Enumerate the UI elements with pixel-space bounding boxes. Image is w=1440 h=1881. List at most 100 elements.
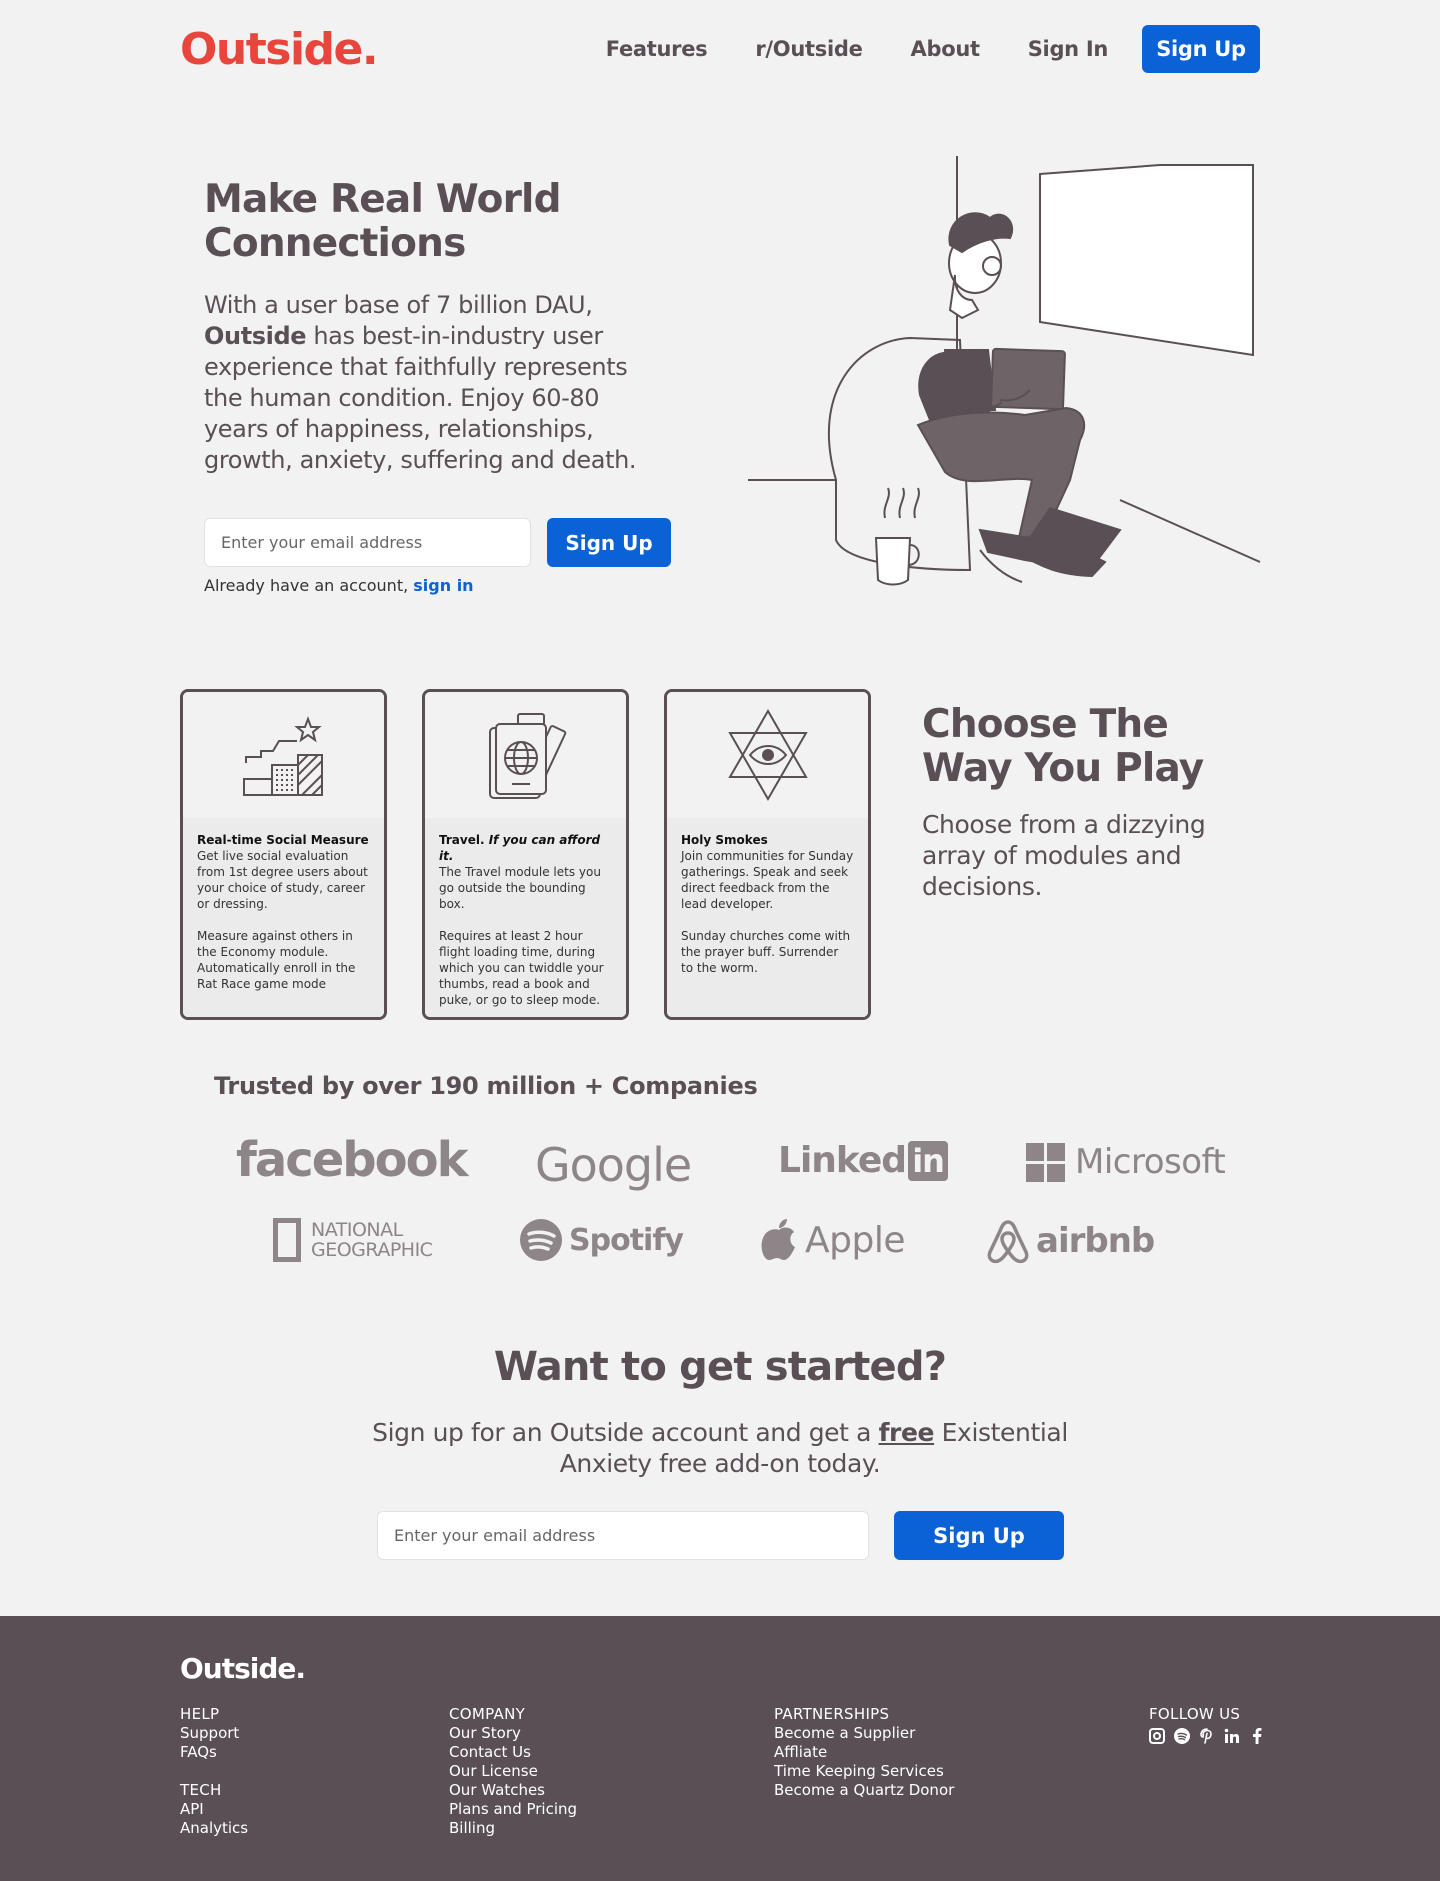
- cta-text-part: Sign up for an Outside account and get a: [372, 1418, 879, 1447]
- social-icons: [1149, 1728, 1265, 1744]
- card-text: Join communities for Sunday gatherings. …: [681, 849, 854, 911]
- nav-sign-in[interactable]: Sign In: [1028, 37, 1109, 61]
- card-title-text: Travel.: [439, 833, 485, 847]
- linkedin-text: Linked: [778, 1140, 907, 1181]
- microsoft-text: Microsoft: [1075, 1142, 1226, 1182]
- card-body: Travel. If you can afford it. The Travel…: [425, 818, 626, 1017]
- footer-logo[interactable]: Outside.: [180, 1652, 306, 1685]
- card-icon-area: [667, 692, 868, 818]
- spotify-icon: [520, 1219, 562, 1261]
- card-text: Measure against others in the Economy mo…: [197, 929, 356, 991]
- linkedin-box: in: [908, 1140, 949, 1181]
- spotify-logo: Spotify: [519, 1218, 684, 1262]
- footer-link-faqs[interactable]: FAQs: [180, 1743, 248, 1762]
- passport-icon: [488, 713, 566, 799]
- card-body: Holy Smokes Join communities for Sunday …: [667, 818, 868, 1017]
- hero-sign-in-link[interactable]: sign in: [413, 576, 473, 595]
- footer-link-support[interactable]: Support: [180, 1724, 248, 1743]
- footer-col-follow: FOLLOW US: [1149, 1705, 1265, 1744]
- card-body: Real-time Social Measure Get live social…: [183, 818, 384, 1017]
- site-footer: Outside. HELP Support FAQs TECH API Anal…: [0, 1616, 1440, 1881]
- spotify-icon[interactable]: [1174, 1728, 1190, 1744]
- cta-email-input[interactable]: Enter your email address: [377, 1511, 869, 1560]
- module-card-social[interactable]: Real-time Social Measure Get live social…: [180, 689, 387, 1020]
- card-icon-area: [183, 692, 384, 818]
- main-nav: Features r/Outside About Sign In Sign Up: [558, 25, 1260, 73]
- footer-link-analytics[interactable]: Analytics: [180, 1819, 248, 1838]
- apple-icon: [761, 1219, 795, 1260]
- site-header: Outside. Features r/Outside About Sign I…: [0, 0, 1440, 100]
- hero-sign-up-button[interactable]: Sign Up: [547, 518, 671, 567]
- card-title: Real-time Social Measure: [197, 833, 369, 847]
- trusted-title: Trusted by over 190 million + Companies: [214, 1072, 758, 1100]
- footer-link-our-watches[interactable]: Our Watches: [449, 1781, 577, 1800]
- footer-link-time-keeping[interactable]: Time Keeping Services: [774, 1762, 954, 1781]
- hero-text-part: With a user base of 7 billion DAU,: [204, 291, 593, 319]
- microsoft-grid-icon: [1026, 1142, 1065, 1182]
- choose-play-title: Choose The Way You Play: [922, 702, 1204, 791]
- footer-heading-partnerships: PARTNERSHIPS: [774, 1705, 890, 1723]
- facebook-icon[interactable]: [1249, 1728, 1265, 1744]
- airbnb-text: airbnb: [1036, 1221, 1155, 1261]
- linkedin-icon[interactable]: [1224, 1728, 1240, 1744]
- airbnb-logo: airbnb: [986, 1218, 1155, 1264]
- hero-title: Make Real World Connections: [204, 177, 562, 266]
- instagram-icon[interactable]: [1149, 1728, 1165, 1744]
- footer-link-supplier[interactable]: Become a Supplier: [774, 1724, 954, 1743]
- footer-link-quartz-donor[interactable]: Become a Quartz Donor: [774, 1781, 954, 1800]
- card-title: Travel. If you can afford it.: [439, 832, 612, 864]
- module-card-travel[interactable]: Travel. If you can afford it. The Travel…: [422, 689, 629, 1020]
- pinterest-icon[interactable]: [1199, 1728, 1215, 1744]
- natgeo-logo: NATIONAL GEOGRAPHIC: [273, 1218, 433, 1262]
- footer-heading-follow: FOLLOW US: [1149, 1705, 1241, 1723]
- choose-play-text: Choose from a dizzying array of modules …: [922, 810, 1206, 901]
- card-title: Holy Smokes: [681, 833, 768, 847]
- card-text: Sunday churches come with the prayer buf…: [681, 929, 851, 975]
- google-logo: Google: [535, 1138, 692, 1192]
- footer-link-affliate[interactable]: Affliate: [774, 1743, 954, 1762]
- airbnb-icon: [987, 1220, 1029, 1264]
- hero-email-input[interactable]: Enter your email address: [204, 518, 531, 567]
- spotify-text: Spotify: [569, 1222, 684, 1258]
- footer-col-company: COMPANY Our Story Contact Us Our License…: [449, 1705, 577, 1838]
- cta-text-free: free: [878, 1418, 935, 1447]
- card-text: The Travel module lets you go outside th…: [439, 865, 601, 911]
- footer-col-help-tech: HELP Support FAQs TECH API Analytics: [180, 1705, 248, 1838]
- cta-title: Want to get started?: [493, 1344, 947, 1390]
- footer-heading-tech: TECH: [180, 1781, 222, 1799]
- facebook-logo: facebook: [236, 1132, 469, 1188]
- nav-features[interactable]: Features: [606, 37, 708, 61]
- footer-col-partnerships: PARTNERSHIPS Become a Supplier Affliate …: [774, 1705, 954, 1800]
- module-card-holy-smokes[interactable]: Holy Smokes Join communities for Sunday …: [664, 689, 871, 1020]
- hero-text-brand: Outside: [204, 322, 307, 350]
- footer-heading-help: HELP: [180, 1705, 220, 1723]
- cta-sign-up-button[interactable]: Sign Up: [894, 1511, 1064, 1560]
- footer-link-our-story[interactable]: Our Story: [449, 1724, 577, 1743]
- footer-link-plans-pricing[interactable]: Plans and Pricing: [449, 1800, 577, 1819]
- signin-prefix: Already have an account,: [204, 576, 414, 595]
- linkedin-logo: Linked in: [778, 1140, 949, 1181]
- footer-heading-company: COMPANY: [449, 1705, 526, 1723]
- card-text: Requires at least 2 hour flight loading …: [439, 929, 604, 1007]
- hero-description: With a user base of 7 billion DAU, Outsid…: [204, 290, 664, 476]
- footer-link-api[interactable]: API: [180, 1800, 248, 1819]
- card-text: Get live social evaluation from 1st degr…: [197, 849, 368, 911]
- footer-link-our-license[interactable]: Our License: [449, 1762, 577, 1781]
- nav-sign-up-button[interactable]: Sign Up: [1142, 25, 1260, 73]
- star-eye-icon: [727, 708, 808, 802]
- microsoft-logo: Microsoft: [1026, 1142, 1226, 1182]
- chart-stars-icon: [242, 716, 323, 796]
- nav-r-outside[interactable]: r/Outside: [755, 37, 862, 61]
- apple-text: Apple: [805, 1219, 905, 1261]
- natgeo-line-2: GEOGRAPHIC: [311, 1239, 433, 1261]
- natgeo-frame-icon: [273, 1218, 301, 1262]
- brand-logo[interactable]: Outside.: [180, 22, 379, 78]
- natgeo-line-1: NATIONAL: [311, 1219, 403, 1241]
- man-on-beanbag-illustration: [748, 156, 1261, 586]
- footer-link-billing[interactable]: Billing: [449, 1819, 577, 1838]
- nav-about[interactable]: About: [911, 37, 981, 61]
- footer-link-contact-us[interactable]: Contact Us: [449, 1743, 577, 1762]
- cta-description: Sign up for an Outside account and get a…: [370, 1417, 1070, 1479]
- apple-logo: Apple: [761, 1218, 905, 1262]
- card-icon-area: [425, 692, 626, 818]
